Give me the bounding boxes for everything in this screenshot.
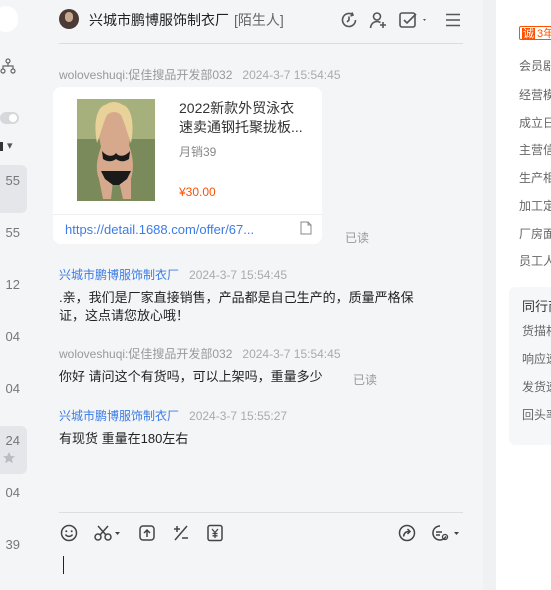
session-time[interactable]: 24 — [0, 433, 20, 449]
info-label: 员工人 — [519, 254, 551, 268]
peer-metric: 发货速 — [522, 380, 551, 394]
emoji-icon[interactable] — [59, 523, 79, 543]
org-chart-icon[interactable] — [0, 58, 16, 74]
plus-minus-icon[interactable] — [171, 523, 191, 543]
read-status: 已读 — [353, 373, 378, 387]
add-contact-icon[interactable] — [368, 10, 388, 30]
header-divider — [59, 43, 463, 44]
message-input-caret[interactable] — [63, 556, 64, 574]
session-list: ▾ 55 55 12 04 04 24 04 39 — [0, 0, 39, 590]
input-divider — [59, 512, 463, 513]
product-link[interactable]: https://detail.1688.com/offer/67... — [65, 222, 265, 237]
session-time[interactable]: 55 — [0, 225, 20, 241]
share-icon[interactable] — [397, 523, 417, 543]
message-time: 2024-3-7 15:55:27 — [189, 409, 288, 423]
message-meta: 兴城市鹏博服饰制衣厂 2024-3-7 15:54:45 — [59, 266, 287, 283]
trust-badge: 诚 3年 — [519, 26, 551, 40]
dropdown-caret-icon[interactable]: ▾ — [0, 140, 13, 152]
product-card[interactable]: 2022新款外贸泳衣 速卖通钢托聚拢板... 月销39 ¥30.00 https… — [53, 87, 322, 244]
panel-gap — [483, 0, 496, 590]
message-time: 2024-3-7 15:54:45 — [242, 68, 341, 82]
peer-metric: 响应速 — [522, 352, 551, 366]
clock-refresh-icon[interactable] — [339, 10, 359, 30]
message-text: .亲，我们是厂家直接销售，产品都是自己生产的，质量严格保 证，这点请您放心哦！ — [59, 289, 414, 325]
message-line: .亲，我们是厂家直接销售，产品都是自己生产的，质量严格保 — [59, 290, 414, 305]
sender-name[interactable]: 兴城市鹏博服饰制衣厂 — [59, 409, 179, 423]
contact-avatar[interactable] — [59, 9, 79, 29]
product-image[interactable] — [77, 99, 155, 201]
chat-header: 兴城市鹏博服饰制衣厂 [陌生人] — [39, 0, 483, 44]
session-time[interactable]: 12 — [0, 277, 20, 293]
peer-comparison-title: 同行商 — [522, 299, 551, 314]
badge-prefix: 诚 — [522, 28, 535, 40]
sender-name: woloveshuqi:促佳搜品开发部032 — [59, 347, 233, 361]
chat-panel: 兴城市鹏博服饰制衣厂 [陌生人] woloveshuqi:促佳搜品开发部032 2… — [39, 0, 483, 590]
contact-name[interactable]: 兴城市鹏博服饰制衣厂 — [89, 10, 229, 30]
message-time: 2024-3-7 15:54:45 — [189, 268, 288, 282]
session-time[interactable]: 04 — [0, 381, 20, 397]
info-label: 生产相 — [519, 171, 551, 185]
message-text: 你好 请问这个有货吗，可以上架吗，重量多少 — [59, 369, 323, 384]
user-avatar[interactable] — [0, 6, 18, 32]
product-title-line: 速卖通钢托聚拢板... — [179, 119, 303, 135]
peer-metric: 回头率 — [522, 408, 551, 422]
session-time[interactable]: 04 — [0, 329, 20, 345]
card-divider — [53, 214, 322, 215]
message-line: 证，这点请您放心哦！ — [59, 308, 190, 323]
message-text: 有现货 重量在180左右 — [59, 431, 189, 446]
filter-toggle[interactable] — [0, 112, 19, 124]
session-time[interactable]: 39 — [0, 537, 20, 553]
message-time: 2024-3-7 15:54:45 — [242, 347, 341, 361]
quick-reply-icon[interactable] — [430, 523, 462, 543]
info-label: 成立日 — [519, 116, 551, 130]
badge-years: 3年 — [537, 28, 551, 40]
message-meta: 兴城市鹏博服饰制衣厂 2024-3-7 15:55:27 — [59, 407, 287, 424]
session-time[interactable]: 04 — [0, 485, 20, 501]
sender-name: woloveshuqi:促佳搜品开发部032 — [59, 68, 233, 82]
product-title[interactable]: 2022新款外贸泳衣 速卖通钢托聚拢板... — [179, 99, 309, 137]
read-status: 已读 — [345, 231, 370, 245]
star-icon[interactable] — [2, 451, 16, 465]
info-label: 经营模 — [519, 88, 551, 102]
message-meta: woloveshuqi:促佳搜品开发部032 2024-3-7 15:54:45 — [59, 66, 341, 83]
scissors-icon[interactable] — [93, 523, 123, 543]
info-label: 厂房面 — [519, 227, 551, 241]
product-sales: 月销39 — [179, 145, 217, 159]
message-meta: woloveshuqi:促佳搜品开发部032 2024-3-7 15:54:45 — [59, 345, 341, 362]
sender-name[interactable]: 兴城市鹏博服饰制衣厂 — [59, 268, 179, 282]
info-label: 会员剧 — [519, 59, 551, 73]
supplier-info-panel: 诚3年 会员剧 经营模 成立日 主营信 生产相 加工定 厂房面 员工人 同行商 … — [496, 0, 551, 590]
product-price: ¥30.00 — [179, 185, 216, 199]
product-title-line: 2022新款外贸泳衣 — [179, 100, 295, 116]
contact-tag: [陌生人] — [234, 12, 284, 28]
info-label: 加工定 — [519, 199, 551, 213]
menu-icon[interactable] — [443, 10, 463, 30]
document-icon[interactable] — [300, 221, 312, 235]
session-time[interactable]: 55 — [0, 173, 20, 189]
yuan-receipt-icon[interactable] — [205, 523, 225, 543]
peer-metric: 货描相 — [522, 324, 551, 338]
checklist-icon[interactable] — [398, 10, 430, 30]
upload-icon[interactable] — [137, 523, 157, 543]
info-label: 主营信 — [519, 143, 551, 157]
